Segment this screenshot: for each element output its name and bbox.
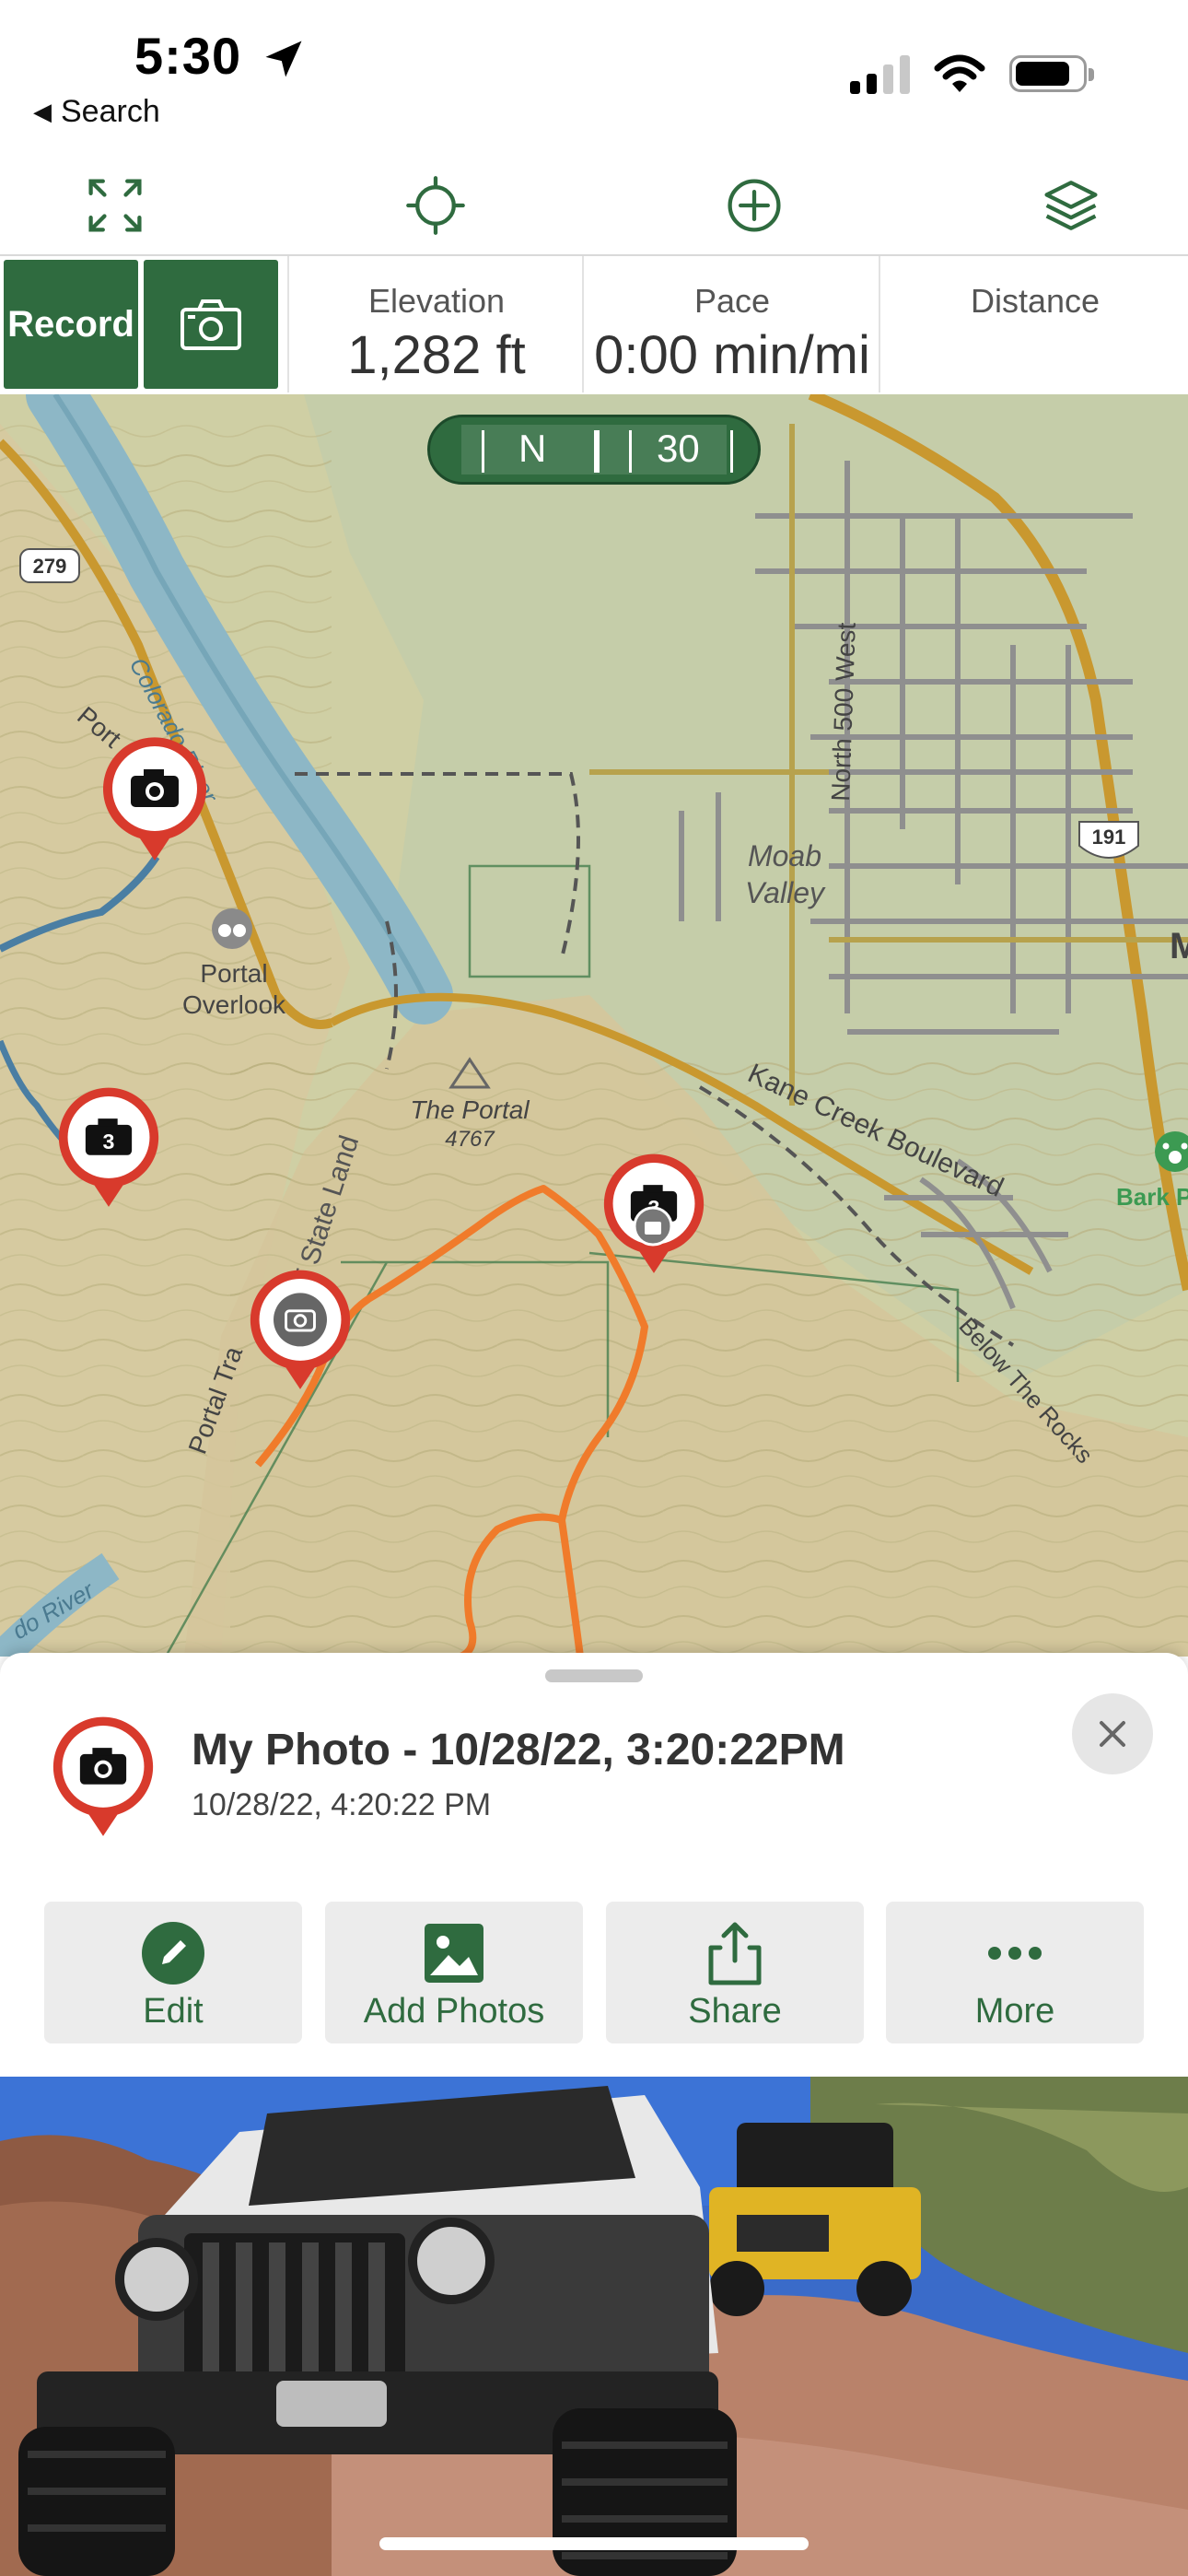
photo-pin-cluster[interactable]: 3 — [55, 1085, 162, 1212]
add-photos-label: Add Photos — [363, 1992, 545, 2031]
route-shield-279: 279 — [19, 548, 80, 583]
back-label: Search — [61, 94, 160, 129]
image-icon — [425, 1924, 483, 1983]
photo-preview[interactable] — [0, 2077, 1188, 2576]
cellular-signal-icon — [850, 53, 910, 94]
map-view[interactable]: 279 191 Colorado River do River Port Por… — [0, 394, 1188, 1657]
camera-icon — [181, 299, 241, 350]
share-icon — [708, 1922, 762, 1985]
compass-heading[interactable]: N 30 — [427, 415, 761, 485]
selected-photo-pin[interactable] — [247, 1268, 354, 1395]
battery-icon — [1009, 55, 1094, 92]
stat-elevation-value: 1,282 ft — [347, 325, 526, 385]
photo-waypoint-icon[interactable] — [632, 1205, 674, 1247]
back-to-search-link[interactable]: ◀ Search — [33, 94, 160, 130]
action-buttons: Edit Add Photos Share More — [44, 1902, 1144, 2043]
expand-icon[interactable] — [85, 175, 146, 236]
map-label-portal-overlook-1: Portal — [200, 959, 267, 988]
svg-text:3: 3 — [103, 1130, 115, 1153]
stat-distance: Distance — [879, 256, 1188, 392]
stats-bar: Record Elevation 1,282 ft Pace 0:00 min/… — [0, 256, 1188, 395]
map-label-moab: M — [1170, 926, 1188, 966]
map-label-moab-valley-2: Valley — [745, 876, 826, 909]
share-button[interactable]: Share — [606, 1902, 864, 2043]
map-canvas: 279 191 Colorado River do River Port Por… — [0, 394, 1188, 1657]
add-photos-button[interactable]: Add Photos — [325, 1902, 583, 2043]
edit-button[interactable]: Edit — [44, 1902, 302, 2043]
stat-pace: Pace 0:00 min/mi — [582, 256, 880, 392]
status-bar: 5:30 ◀ Search — [0, 0, 1188, 147]
camera-button[interactable] — [144, 260, 278, 389]
photo-title: My Photo - 10/28/22, 3:20:22PM — [192, 1726, 845, 1774]
back-triangle-icon: ◀ — [33, 98, 52, 125]
locate-crosshair-icon[interactable] — [405, 175, 466, 236]
stat-pace-label: Pace — [693, 282, 771, 320]
share-label: Share — [688, 1992, 782, 2031]
map-label-bark-park: Bark P — [1116, 1183, 1188, 1211]
svg-text:191: 191 — [1092, 825, 1126, 849]
map-label-the-portal-elev: 4767 — [445, 1127, 495, 1152]
map-label-moab-valley-1: Moab — [748, 839, 821, 872]
close-icon — [1100, 1721, 1125, 1747]
photo-timestamp: 10/28/22, 4:20:22 PM — [192, 1787, 492, 1822]
compass-degrees: 30 — [657, 427, 700, 470]
status-icons — [850, 53, 1094, 94]
add-circle-icon[interactable] — [724, 175, 785, 236]
map-label-the-portal: The Portal — [410, 1095, 530, 1124]
wifi-icon — [934, 54, 985, 92]
stat-elevation-label: Elevation — [367, 282, 506, 320]
record-button[interactable]: Record — [4, 260, 138, 389]
pencil-icon — [142, 1922, 204, 1985]
photo-pin[interactable] — [99, 735, 210, 866]
binoculars-icon — [212, 908, 252, 949]
map-label-portal-overlook-2: Overlook — [182, 990, 286, 1019]
more-button[interactable]: More — [886, 1902, 1144, 2043]
map-toolbar — [0, 155, 1188, 256]
svg-text:279: 279 — [33, 555, 67, 578]
compass-direction: N — [518, 427, 547, 470]
photo-details-sheet: My Photo - 10/28/22, 3:20:22PM 10/28/22,… — [0, 1653, 1188, 2576]
stat-pace-value: 0:00 min/mi — [594, 325, 870, 385]
route-shield-191: 191 — [1078, 821, 1139, 859]
more-dots-icon — [988, 1947, 1042, 1960]
edit-label: Edit — [143, 1992, 204, 2031]
location-arrow-icon — [265, 41, 302, 77]
photo-pin-icon — [52, 1716, 154, 1836]
stat-distance-label: Distance — [970, 282, 1101, 320]
sheet-grabber[interactable] — [545, 1669, 643, 1682]
status-time: 5:30 — [134, 27, 242, 85]
layers-icon[interactable] — [1041, 175, 1101, 236]
home-indicator[interactable] — [379, 2537, 809, 2550]
stat-elevation: Elevation 1,282 ft — [287, 256, 584, 392]
more-label: More — [974, 1992, 1055, 2031]
close-button[interactable] — [1072, 1693, 1153, 1774]
